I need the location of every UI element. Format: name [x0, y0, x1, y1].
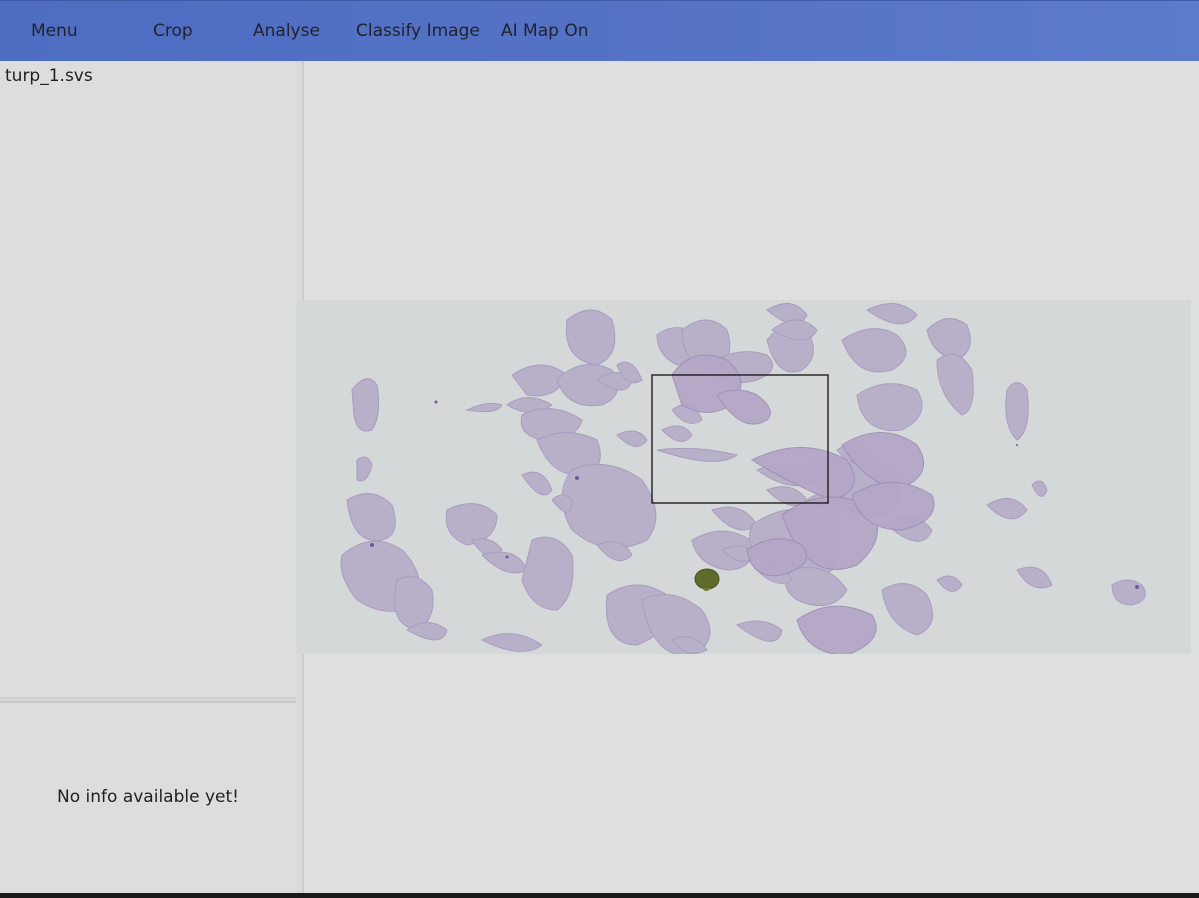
classify-image-button[interactable]: Classify Image — [356, 20, 480, 42]
ink-mark — [694, 568, 720, 590]
menu-button[interactable]: Menu — [31, 20, 78, 42]
bottom-edge — [0, 893, 1199, 898]
toolbar: Menu Crop Analyse Classify Image AI Map … — [0, 0, 1199, 61]
slide-thumbnail[interactable] — [297, 300, 1191, 654]
tissue-image — [340, 303, 1146, 654]
analyse-button[interactable]: Analyse — [253, 20, 320, 42]
ai-map-toggle-button[interactable]: AI Map On — [501, 20, 588, 42]
info-panel-text: No info available yet! — [57, 787, 239, 807]
crop-button[interactable]: Crop — [153, 20, 193, 42]
sidebar: turp_1.svs No info available yet! — [0, 61, 296, 893]
file-list-item[interactable]: turp_1.svs — [5, 66, 93, 86]
sidebar-divider[interactable] — [0, 697, 296, 703]
